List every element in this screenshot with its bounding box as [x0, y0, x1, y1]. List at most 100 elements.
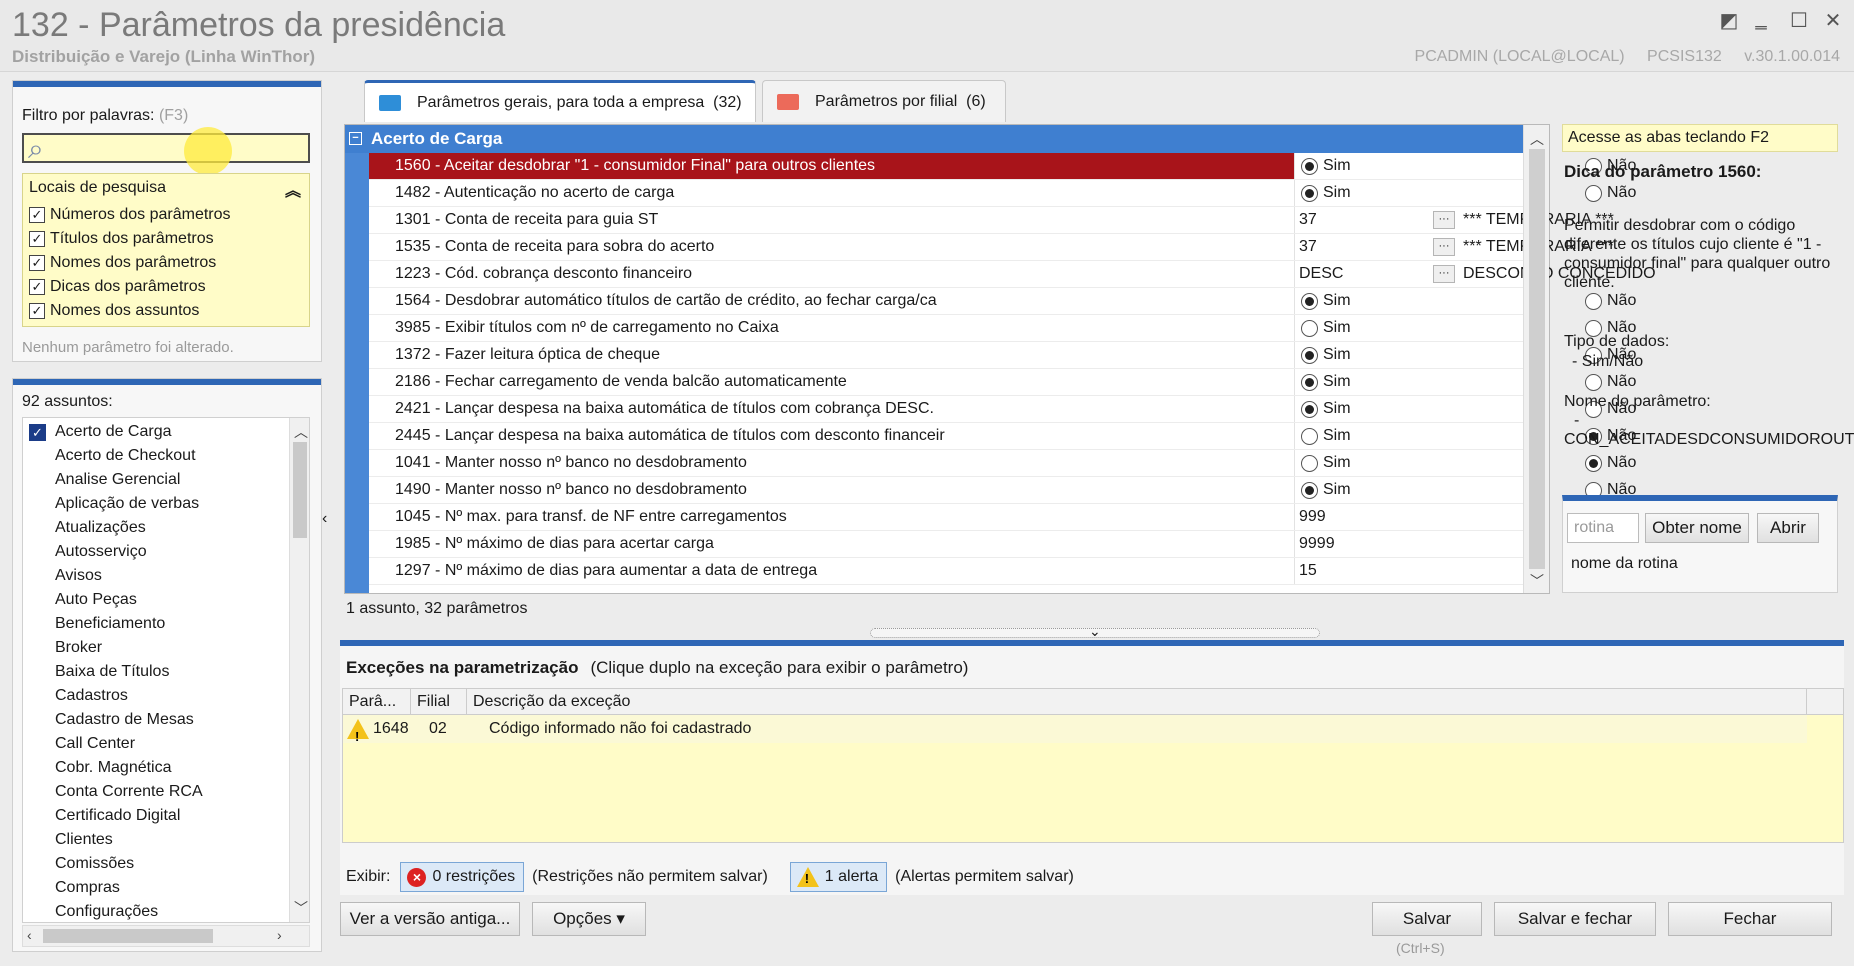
scroll-thumb[interactable] — [293, 442, 307, 538]
lookup-button[interactable]: ··· — [1433, 211, 1455, 229]
subject-item[interactable]: Cobr. Magnética — [23, 756, 172, 780]
group-header[interactable]: − Acerto de Carga — [345, 125, 1525, 153]
tab-branch-parameters[interactable]: Parâmetros por filial (6) — [762, 80, 1006, 122]
panel-splitter[interactable]: ⌄ — [870, 623, 1320, 639]
scroll-down-icon[interactable]: ﹀ — [1530, 571, 1544, 591]
subject-item[interactable]: Broker — [23, 636, 102, 660]
subjects-hscrollbar[interactable]: ‹ › — [22, 925, 310, 947]
yes-radio[interactable] — [1301, 428, 1318, 445]
parameter-row[interactable]: 2421 - Lançar despesa na baixa automátic… — [369, 396, 1636, 423]
checkbox-checked-icon[interactable]: ✓ — [29, 231, 45, 247]
subject-item[interactable]: ✓ Acerto de Carga — [23, 420, 172, 444]
parameter-row[interactable]: 1297 - Nº máximo de dias para aumentar a… — [369, 558, 1525, 585]
tab-general-parameters[interactable]: Parâmetros gerais, para toda a empresa (… — [364, 80, 756, 122]
close-button[interactable]: Fechar — [1668, 902, 1832, 936]
collapse-group-icon[interactable]: − — [349, 132, 362, 145]
subject-item[interactable]: Comissões — [23, 852, 134, 876]
subject-item[interactable]: Cadastro de Mesas — [23, 708, 194, 732]
subject-item[interactable]: Conta Corrente RCA — [23, 780, 203, 804]
scroll-left-icon[interactable]: ‹ — [27, 927, 32, 943]
checkbox-checked-icon[interactable]: ✓ — [29, 255, 45, 271]
minimize-icon[interactable]: ‗ — [1748, 8, 1774, 31]
checkbox-checked-icon[interactable]: ✓ — [29, 279, 45, 295]
subject-item[interactable]: Baixa de Títulos — [23, 660, 169, 684]
collapse-icon[interactable]: ︽ — [285, 177, 301, 201]
parameter-row[interactable]: 1301 - Conta de receita para guia ST 37 ··… — [369, 207, 1614, 234]
grid-scrollbar[interactable]: ︿ ﹀ — [1523, 125, 1549, 593]
parameter-row[interactable]: 1045 - Nº max. para transf. de NF entre … — [369, 504, 1525, 531]
parameter-code-input[interactable]: DESC — [1299, 261, 1343, 287]
subject-item[interactable]: Acerto de Checkout — [23, 444, 196, 468]
old-version-button[interactable]: Ver a versão antiga... — [340, 902, 520, 936]
yes-radio[interactable] — [1301, 401, 1318, 418]
parameter-row[interactable]: 1535 - Conta de receita para sobra do ac… — [369, 234, 1614, 261]
parameter-value-input[interactable]: 999 — [1299, 504, 1326, 530]
parameter-row[interactable]: 1372 - Fazer leitura óptica de cheque Sim… — [369, 342, 1636, 369]
subject-item[interactable]: Call Center — [23, 732, 135, 756]
no-radio[interactable] — [1585, 455, 1602, 472]
chevron-down-icon[interactable]: ⌄ — [1089, 623, 1101, 640]
subject-item[interactable]: Auto Peças — [23, 588, 137, 612]
parameter-row[interactable]: 3985 - Exibir títulos com nº de carregam… — [369, 315, 1636, 342]
parameter-value-input[interactable]: 9999 — [1299, 531, 1335, 557]
no-radio[interactable] — [1585, 374, 1602, 391]
scroll-thumb[interactable] — [1529, 149, 1545, 569]
parameter-row[interactable]: 1482 - Autenticação no acerto de carga Si… — [369, 180, 1636, 207]
yes-radio[interactable] — [1301, 158, 1318, 175]
options-button[interactable]: Opções ▾ — [532, 902, 646, 936]
parameter-value-input[interactable]: 15 — [1299, 558, 1317, 584]
scroll-down-icon[interactable]: ﹀ — [294, 898, 308, 918]
maximize-icon[interactable]: ☐ — [1786, 8, 1812, 33]
yes-radio[interactable] — [1301, 455, 1318, 472]
parameter-code-input[interactable]: 37 — [1299, 207, 1317, 233]
subject-item[interactable]: Compras — [23, 876, 120, 900]
parameter-row[interactable]: 2186 - Fechar carregamento de venda balc… — [369, 369, 1636, 396]
checkbox-checked-icon[interactable]: ✓ — [29, 424, 46, 441]
search-option-titles[interactable]: ✓ Títulos dos parâmetros — [29, 228, 214, 250]
yes-radio[interactable] — [1301, 293, 1318, 310]
search-option-subjects[interactable]: ✓ Nomes dos assuntos — [29, 300, 199, 322]
lookup-button[interactable]: ··· — [1433, 238, 1455, 256]
parameter-row[interactable]: 1564 - Desdobrar automático títulos de c… — [369, 288, 1636, 315]
subject-item[interactable]: Configurações — [23, 900, 158, 922]
subject-item[interactable]: Cadastros — [23, 684, 128, 708]
yes-radio[interactable] — [1301, 482, 1318, 499]
open-button[interactable]: Abrir — [1757, 513, 1819, 543]
search-option-names[interactable]: ✓ Nomes dos parâmetros — [29, 252, 216, 274]
subjects-scrollbar[interactable]: ︿ ﹀ — [289, 418, 309, 922]
subject-item[interactable]: Certificado Digital — [23, 804, 180, 828]
col-param[interactable]: Parâ... — [343, 689, 411, 715]
parameter-code-input[interactable]: 37 — [1299, 234, 1317, 260]
subject-item[interactable]: Avisos — [23, 564, 102, 588]
routine-input[interactable]: rotina — [1567, 513, 1639, 543]
yes-radio[interactable] — [1301, 320, 1318, 337]
alerts-toggle[interactable]: 1 alerta — [789, 862, 888, 892]
scroll-right-icon[interactable]: › — [277, 927, 282, 943]
lookup-button[interactable]: ··· — [1433, 265, 1455, 283]
subject-item[interactable]: Atualizações — [23, 516, 146, 540]
search-option-tips[interactable]: ✓ Dicas dos parâmetros — [29, 276, 206, 298]
get-name-button[interactable]: Obter nome — [1645, 513, 1749, 543]
parameter-row[interactable]: 1223 - Cód. cobrança desconto financeiro… — [369, 261, 1656, 288]
no-radio[interactable] — [1585, 185, 1602, 202]
col-description[interactable]: Descrição da exceção — [467, 689, 1807, 715]
no-radio[interactable] — [1585, 293, 1602, 310]
subject-item[interactable]: Beneficiamento — [23, 612, 165, 636]
yes-radio[interactable] — [1301, 185, 1318, 202]
save-button[interactable]: Salvar — [1372, 902, 1482, 936]
parameter-row[interactable]: 1041 - Manter nosso nº banco no desdobra… — [369, 450, 1636, 477]
scroll-up-icon[interactable]: ︿ — [1530, 129, 1544, 149]
save-close-button[interactable]: Salvar e fechar — [1494, 902, 1656, 936]
col-branch[interactable]: Filial — [411, 689, 467, 715]
parameter-row[interactable]: 1985 - Nº máximo de dias para acertar ca… — [369, 531, 1525, 558]
yes-radio[interactable] — [1301, 374, 1318, 391]
restrictions-toggle[interactable]: × 0 restrições — [400, 862, 525, 892]
search-option-numbers[interactable]: ✓ Números dos parâmetros — [29, 204, 231, 226]
subject-item[interactable]: Analise Gerencial — [23, 468, 180, 492]
filter-input[interactable]: ⌕ — [22, 127, 310, 175]
subject-item[interactable]: Clientes — [23, 828, 113, 852]
subject-item[interactable]: Autosserviço — [23, 540, 147, 564]
yes-radio[interactable] — [1301, 347, 1318, 364]
close-icon[interactable]: ✕ — [1820, 8, 1846, 33]
checkbox-checked-icon[interactable]: ✓ — [29, 207, 45, 223]
